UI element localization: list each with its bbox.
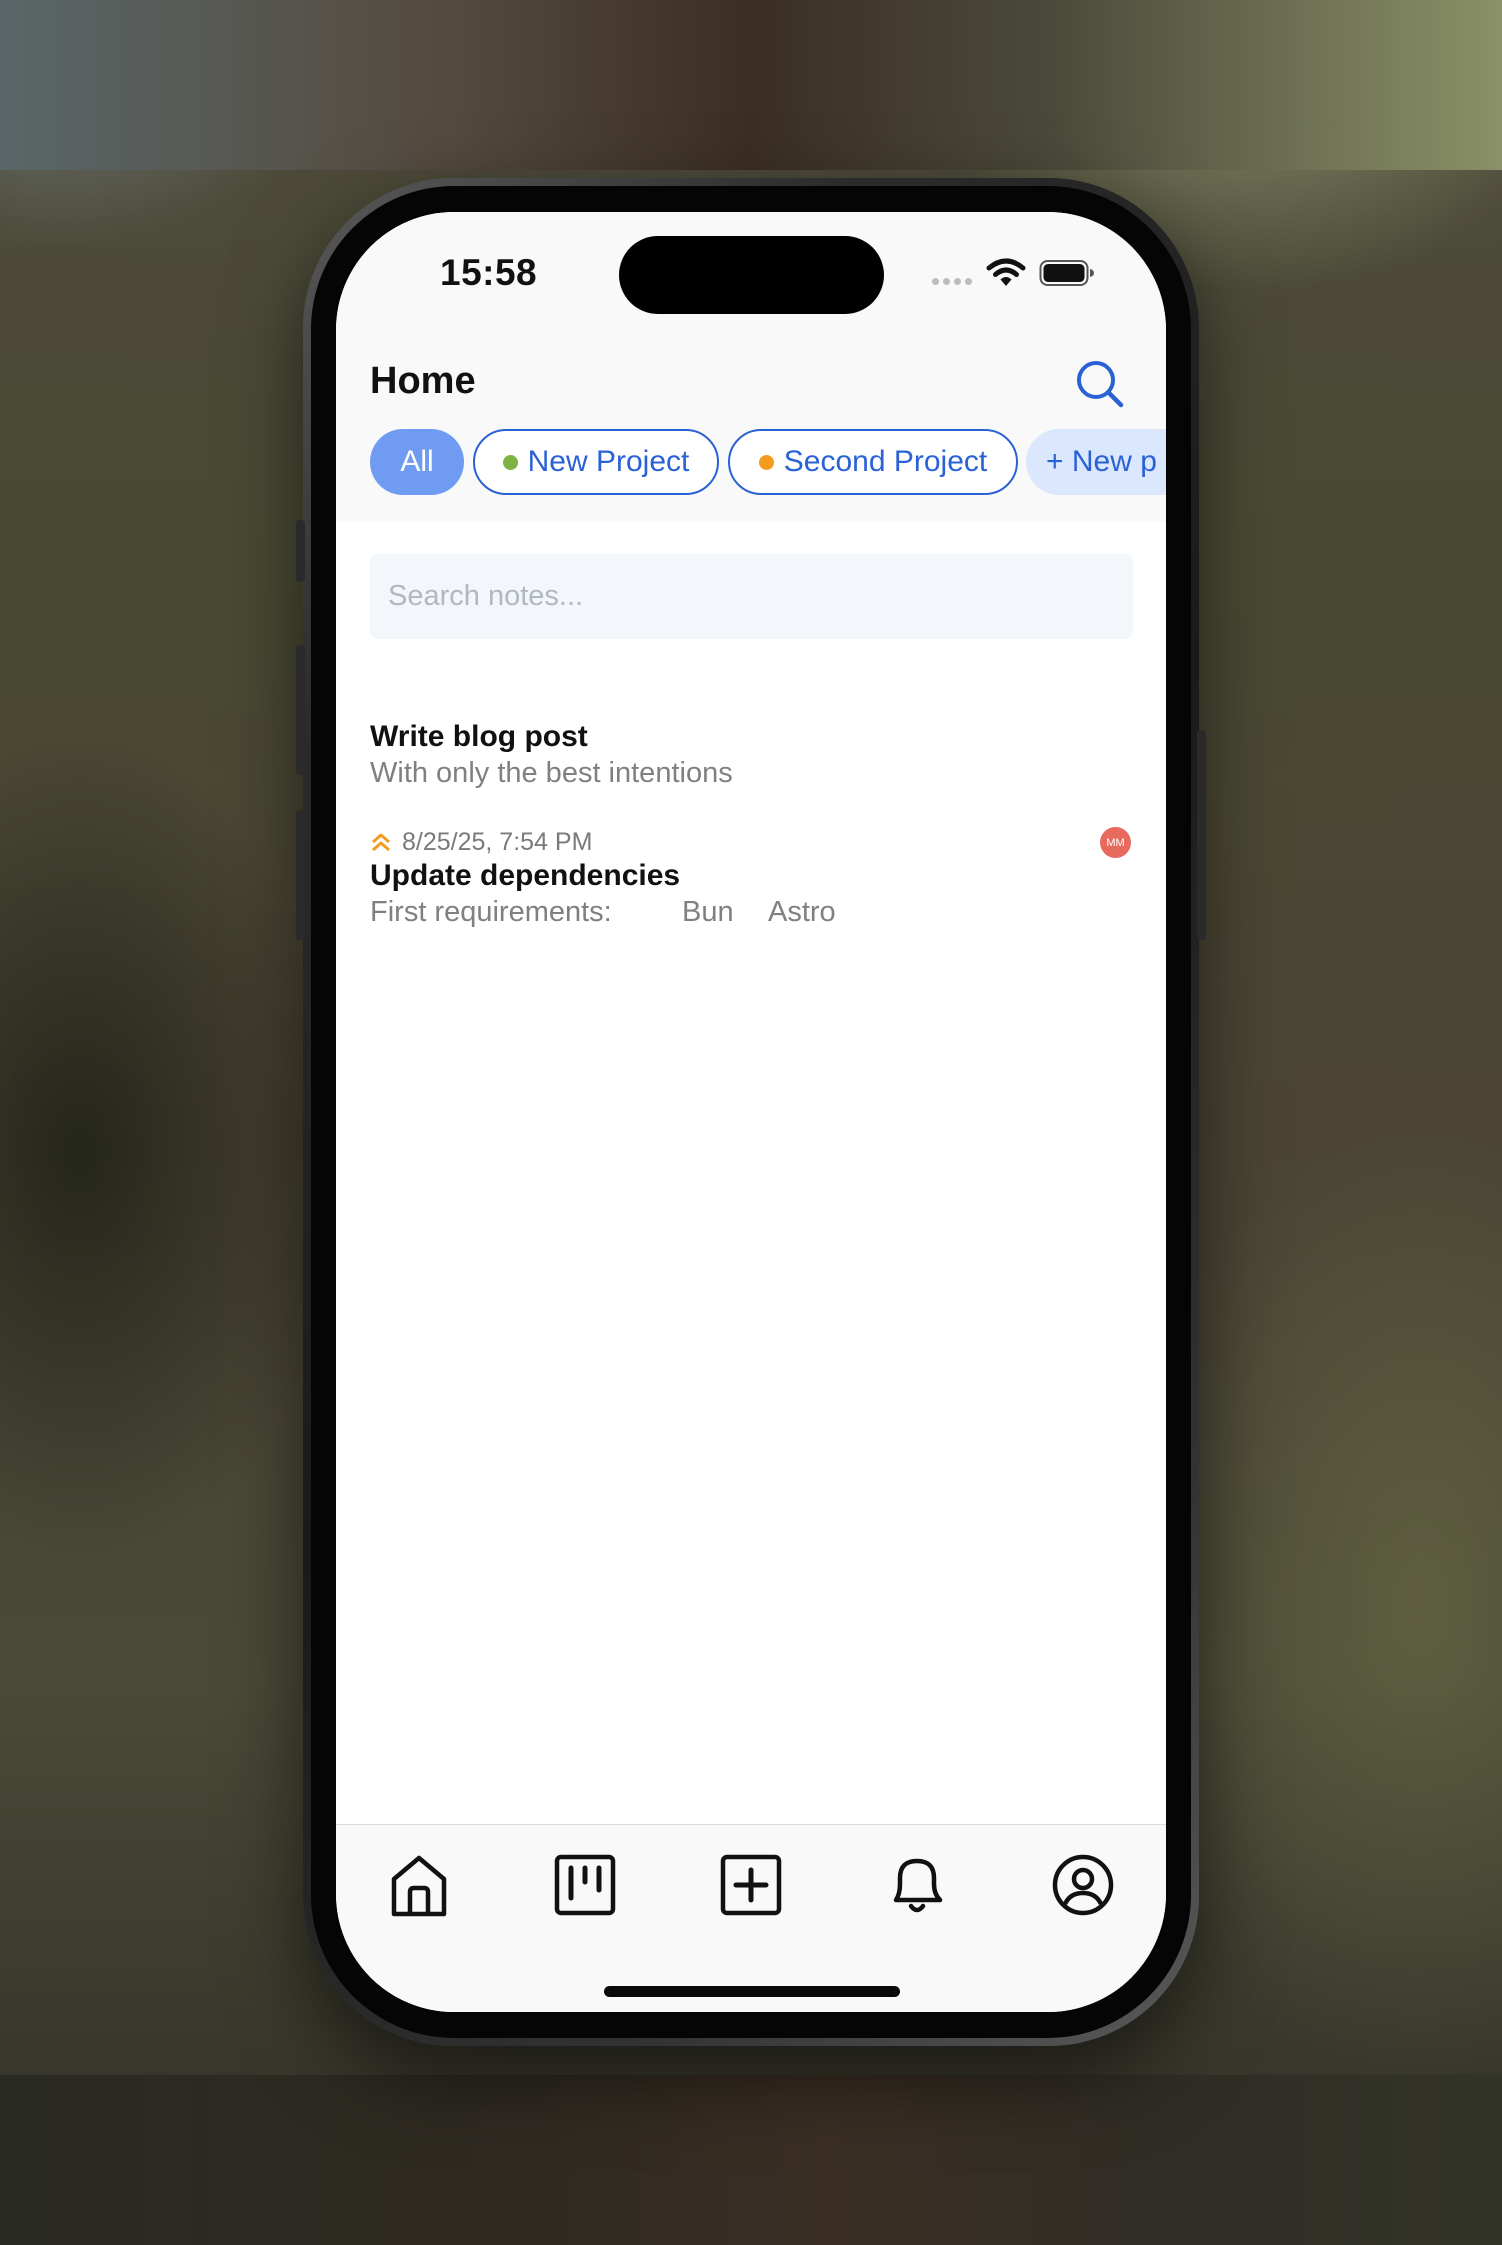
filter-chip-second-project[interactable]: Second Project: [728, 429, 1018, 495]
tab-notifications[interactable]: [884, 1852, 950, 1918]
home-indicator[interactable]: [604, 1986, 900, 1997]
status-time: 15:58: [440, 252, 538, 293]
battery-icon: [1039, 260, 1094, 286]
filter-chip-all[interactable]: All: [370, 429, 464, 495]
note-title[interactable]: Write blog post: [370, 720, 588, 754]
page-title: Home: [370, 360, 476, 402]
new-project-chip[interactable]: + New p: [1026, 429, 1166, 495]
note-tag: Astro: [768, 896, 836, 928]
user-circle-icon: [1052, 1854, 1114, 1916]
app-screen: 15:58 Home All New Project Second Projec…: [336, 212, 1166, 2012]
add-square-icon: [720, 1854, 782, 1916]
new-project-label: + New p: [1046, 445, 1157, 478]
tab-add[interactable]: [718, 1852, 784, 1918]
tab-board[interactable]: [552, 1852, 618, 1918]
tab-home[interactable]: [386, 1852, 452, 1918]
filter-chip-label: Second Project: [783, 445, 988, 478]
assignee-avatar[interactable]: MM: [1100, 827, 1131, 858]
wifi-icon: [986, 258, 1026, 286]
kanban-board-icon: [554, 1854, 616, 1916]
background-bottom: [0, 2075, 1502, 2245]
silent-switch: [296, 520, 305, 582]
background-top: [0, 0, 1502, 170]
note-title[interactable]: Update dependencies: [370, 859, 680, 893]
dynamic-island: [619, 236, 884, 314]
chevrons-up-icon: [372, 833, 390, 851]
volume-down-button: [296, 810, 305, 940]
cellular-signal-icon: [932, 278, 972, 285]
bell-icon: [893, 1858, 943, 1913]
note-description: First requirements:: [370, 896, 612, 928]
power-button: [1197, 730, 1206, 940]
volume-up-button: [296, 645, 305, 775]
note-tag: Bun: [682, 896, 734, 928]
project-color-dot: [758, 454, 774, 470]
project-color-dot: [502, 454, 518, 470]
note-date: 8/25/25, 7:54 PM: [402, 828, 593, 856]
filter-chip-label: New Project: [527, 445, 690, 478]
search-button[interactable]: [1074, 358, 1126, 410]
home-icon: [391, 1855, 447, 1917]
search-notes-input[interactable]: [370, 554, 1133, 639]
filter-chip-label: All: [400, 445, 434, 478]
note-meta: 8/25/25, 7:54 PM: [370, 828, 592, 857]
note-description: With only the best intentions: [370, 757, 733, 789]
tab-profile[interactable]: [1050, 1852, 1116, 1918]
search-icon: [1077, 361, 1124, 408]
filter-chip-new-project[interactable]: New Project: [473, 429, 719, 495]
